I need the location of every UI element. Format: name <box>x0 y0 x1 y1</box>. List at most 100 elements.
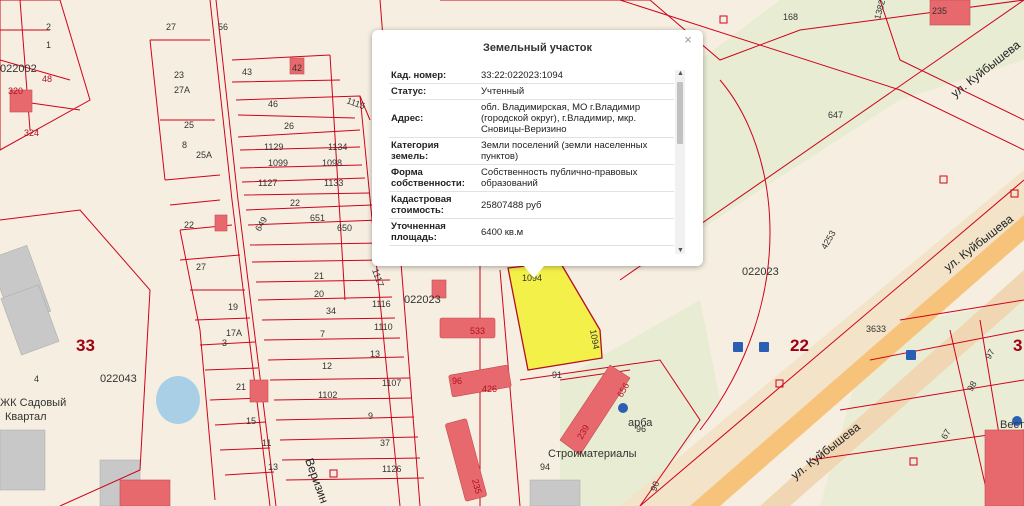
parcel-label: 4 <box>34 374 39 384</box>
scroll-down-icon[interactable]: ▼ <box>677 247 684 254</box>
popup-pointer <box>524 266 544 278</box>
parcel-label: 19 <box>228 302 238 312</box>
parcel-label: 20 <box>314 289 324 299</box>
attribute-value: Земли поселений (земли населенных пункто… <box>477 137 674 165</box>
attribute-key: Кад. номер: <box>389 68 477 84</box>
attribute-row: Кадастровая стоимость: 25807488 руб <box>389 191 674 219</box>
popup-scrollbar[interactable]: ▲ ▼ <box>675 70 685 254</box>
attribute-key: Статус: <box>389 83 477 100</box>
district-022023-a: 022023 <box>404 294 441 306</box>
parcel-label: 1129 <box>264 142 283 152</box>
parcel-label: 1 <box>46 40 51 50</box>
district-022002: 022002 <box>0 63 37 75</box>
parcel-label: 25А <box>196 150 212 160</box>
attribute-row: Форма собственности: Собственность публи… <box>389 164 674 192</box>
poi-stroimaterialy: Строиматериалы <box>548 448 637 460</box>
quarter-label-22: 22 <box>790 336 809 355</box>
attribute-value: 6400 кв.м <box>477 218 674 246</box>
parcel-label: 12 <box>322 361 332 371</box>
quarter-label-3: 3 <box>1013 336 1022 355</box>
parcel-label: 21 <box>236 382 246 392</box>
parcel-label: 37 <box>380 438 390 448</box>
parcel-label: 22 <box>184 220 194 230</box>
parcel-label: 94 <box>540 462 550 472</box>
popup-title: Земельный участок <box>483 42 592 54</box>
attribute-row: Кад. номер: 33:22:022023:1094 <box>389 68 674 84</box>
parcel-label: 1133 <box>324 178 343 188</box>
parcel-label: 15 <box>246 416 256 426</box>
parcel-label: 320 <box>8 86 23 96</box>
attribute-row: Категория земель: Земли поселений (земли… <box>389 137 674 165</box>
parcel-label: 647 <box>828 110 843 120</box>
parcel-label: 56 <box>218 22 228 32</box>
parcel-label: 168 <box>783 12 798 22</box>
scroll-thumb[interactable] <box>677 82 683 144</box>
attribute-value: обл. Владимирская, МО г.Владимир (городс… <box>477 99 674 138</box>
parcel-label: 3 <box>222 338 227 348</box>
parcel-label: 426 <box>482 384 497 394</box>
parcel-label: 13 <box>268 462 278 472</box>
zk-label-1: ЖК Садовый <box>0 397 66 409</box>
parcel-label: 23 <box>174 70 184 80</box>
parcel-label: 1107 <box>382 378 401 388</box>
parcel-label: 3633 <box>866 324 886 334</box>
scroll-up-icon[interactable]: ▲ <box>677 70 684 77</box>
parcel-label: 533 <box>470 326 485 336</box>
attribute-value: 25807488 руб <box>477 191 674 219</box>
attribute-key: Форма собственности: <box>389 164 477 192</box>
parcel-label: 43 <box>242 67 252 77</box>
attribute-row: Адрес: обл. Владимирская, МО г.Владимир … <box>389 99 674 138</box>
district-022023-b: 022023 <box>742 266 779 278</box>
attribute-value: Учтенный <box>477 83 674 100</box>
attribute-key: Адрес: <box>389 99 477 138</box>
parcel-label: 2 <box>46 22 51 32</box>
parcel-label: 26 <box>284 121 294 131</box>
parcel-label: 21 <box>314 271 324 281</box>
parcel-label: 91 <box>552 370 562 380</box>
attribute-table: Кад. номер: 33:22:022023:1094 Статус: Уч… <box>389 68 674 246</box>
parcel-label: 651 <box>310 213 325 223</box>
poi-vest: Вест <box>1000 419 1024 431</box>
parcel-label: 1110 <box>374 322 393 332</box>
parcel-label: 1099 <box>268 158 288 168</box>
parcel-label: 34 <box>326 306 336 316</box>
parcel-label: 7 <box>320 329 325 339</box>
parcel-info-popup: Земельный участок × Кад. номер: 33:22:02… <box>372 30 703 266</box>
parcel-label: 22 <box>290 198 300 208</box>
parcel-label: 650 <box>337 223 352 233</box>
zk-label-2: Квартал <box>5 411 47 423</box>
pond <box>156 376 200 424</box>
parcel-label: 13 <box>370 349 380 359</box>
parcel-label: 27А <box>174 85 190 95</box>
attribute-value: Собственность публично-правовых образова… <box>477 164 674 192</box>
parcel-label: 324 <box>24 128 39 138</box>
attribute-row: Уточненная площадь: 6400 кв.м <box>389 218 674 246</box>
attribute-key: Категория земель: <box>389 137 477 165</box>
parcel-label: 48 <box>42 74 52 84</box>
attribute-value: 33:22:022023:1094 <box>477 68 674 84</box>
parcel-label: 46 <box>268 99 278 109</box>
parcel-label: 8 <box>182 140 187 150</box>
attribute-row: Статус: Учтенный <box>389 83 674 100</box>
parcel-label: 235 <box>932 6 947 16</box>
parcel-label: 27 <box>196 262 206 272</box>
attribute-key: Уточненная площадь: <box>389 218 477 246</box>
parcel-label: 1102 <box>318 390 337 400</box>
parcel-label: 42 <box>292 63 302 73</box>
attribute-key: Кадастровая стоимость: <box>389 191 477 219</box>
quarter-label-33: 33 <box>76 336 95 355</box>
parcel-label: 9 <box>368 411 373 421</box>
parcel-label: 17А <box>226 328 242 338</box>
parcel-label: 25 <box>184 120 194 130</box>
parcel-label: 1116 <box>372 299 391 309</box>
parcel-label: 1098 <box>322 158 342 168</box>
popup-body[interactable]: Кад. номер: 33:22:022023:1094 Статус: Уч… <box>389 68 687 255</box>
parcel-label: 27 <box>166 22 176 32</box>
close-icon[interactable]: × <box>681 33 695 47</box>
parcel-label: 1126 <box>382 464 401 474</box>
parcel-label: 11 <box>262 438 271 448</box>
parcel-label: 96 <box>452 376 462 386</box>
parcel-label: 1127 <box>258 178 277 188</box>
district-022043: 022043 <box>100 373 137 385</box>
parcel-label: 1134 <box>328 142 347 152</box>
